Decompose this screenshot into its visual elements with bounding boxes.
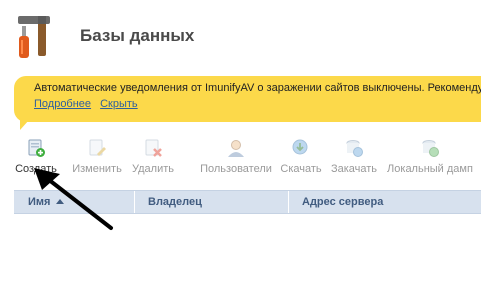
users-button[interactable]: Пользователи	[198, 138, 274, 180]
db-users-icon	[228, 140, 244, 157]
notification-banner: Автоматические уведомления от ImunifyAV …	[14, 76, 481, 122]
banner-tail	[20, 120, 29, 130]
db-download-icon	[292, 139, 308, 155]
column-separator[interactable]	[288, 191, 289, 213]
page-header: Базы данных	[0, 0, 481, 72]
users-button-label: Пользователи	[200, 163, 272, 175]
db-delete-icon	[145, 139, 162, 157]
db-dump-icon	[422, 140, 439, 157]
delete-button-label: Удалить	[132, 163, 174, 175]
more-info-link[interactable]: Подробнее	[34, 98, 91, 110]
annotation-arrow	[34, 168, 113, 230]
column-separator[interactable]	[134, 191, 135, 213]
db-edit-icon	[89, 139, 106, 156]
download-button-label: Скачать	[280, 163, 322, 175]
column-owner[interactable]: Владелец	[148, 191, 202, 213]
local-dump-button[interactable]: Локальный дамп	[386, 138, 474, 180]
column-server-address[interactable]: Адрес сервера	[302, 191, 383, 213]
db-upload-icon	[346, 140, 363, 157]
local-dump-button-label: Локальный дамп	[387, 163, 473, 175]
page-title: Базы данных	[80, 26, 195, 45]
upload-button-label: Закачать	[330, 163, 378, 175]
download-button[interactable]: Скачать	[276, 138, 326, 180]
notification-links: Подробнее Скрыть	[34, 98, 144, 110]
upload-button[interactable]: Закачать	[328, 138, 380, 180]
hide-link[interactable]: Скрыть	[100, 98, 138, 110]
db-add-icon	[28, 139, 45, 157]
notification-text: Автоматические уведомления от ImunifyAV …	[34, 82, 481, 94]
tools-icon	[18, 16, 50, 58]
delete-button[interactable]: Удалить	[130, 138, 176, 180]
